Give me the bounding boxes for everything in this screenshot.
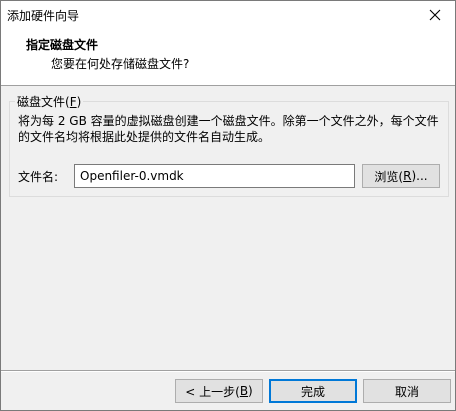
title-bar: 添加硬件向导: [1, 1, 455, 29]
disk-file-description: 将为每 2 GB 容量的虚拟磁盘创建一个磁盘文件。除第一个文件之外，每个文件的文…: [18, 114, 439, 144]
browse-button[interactable]: 浏览(R)...: [362, 164, 440, 188]
close-button[interactable]: [415, 1, 455, 29]
add-hardware-wizard-dialog: 添加硬件向导 指定磁盘文件 您要在何处存储磁盘文件? 磁盘文件(F) 将为每 2…: [0, 0, 456, 411]
page-title: 指定磁盘文件: [26, 38, 99, 52]
finish-button[interactable]: 完成: [269, 379, 357, 403]
cancel-button[interactable]: 取消: [363, 379, 451, 403]
back-button[interactable]: < 上一步(B): [175, 379, 263, 403]
page-subtitle: 您要在何处存储磁盘文件?: [51, 57, 190, 71]
wizard-header: 指定磁盘文件 您要在何处存储磁盘文件?: [1, 29, 455, 86]
file-name-input[interactable]: [74, 164, 355, 188]
file-name-label: 文件名:: [18, 170, 59, 184]
close-icon: [429, 9, 441, 21]
window-title: 添加硬件向导: [7, 9, 80, 23]
disk-file-group-label: 磁盘文件(F): [15, 93, 84, 110]
footer-divider: [1, 370, 455, 372]
